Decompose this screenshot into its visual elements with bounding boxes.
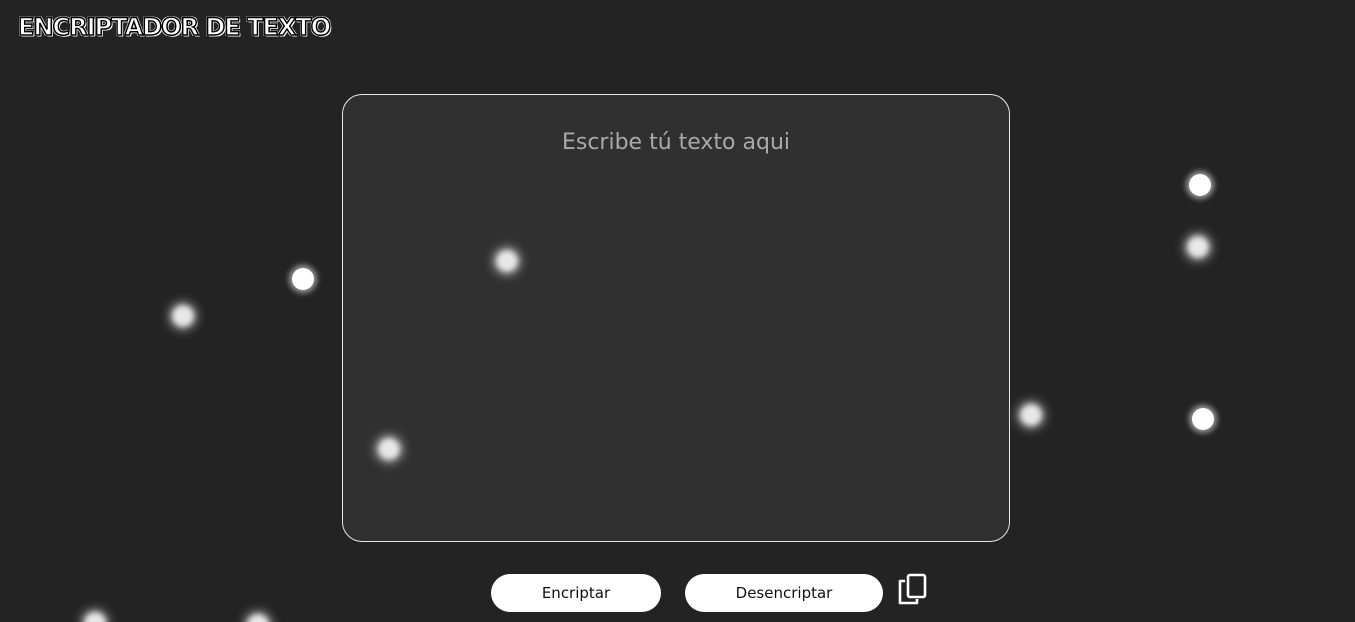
background-dot: [247, 614, 269, 622]
encrypt-button[interactable]: Encriptar: [491, 574, 661, 612]
background-dot: [292, 268, 314, 290]
page-title: ENCRIPTADOR DE TEXTO: [17, 12, 332, 42]
app-root: ENCRIPTADOR DE TEXTO Encriptar Desencrip…: [0, 0, 1355, 622]
background-dot: [172, 305, 194, 327]
background-dot: [1187, 236, 1209, 258]
background-dot: [84, 612, 106, 622]
background-dot: [1192, 408, 1214, 430]
text-panel: [342, 94, 1010, 542]
decrypt-button[interactable]: Desencriptar: [685, 574, 883, 612]
text-input[interactable]: [343, 95, 1009, 541]
background-dot: [1020, 404, 1042, 426]
background-dot: [1189, 174, 1211, 196]
copy-icon: [898, 573, 927, 605]
copy-button[interactable]: [897, 572, 931, 606]
